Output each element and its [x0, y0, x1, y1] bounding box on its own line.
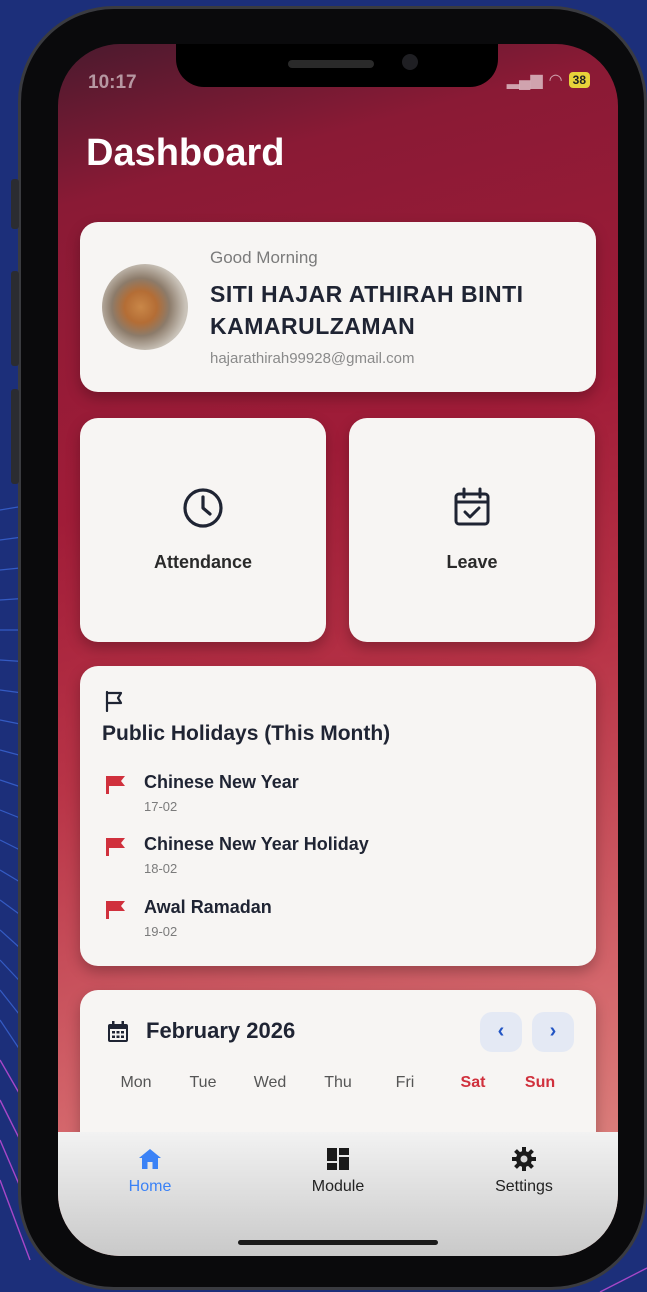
holidays-title: Public Holidays (This Month): [102, 722, 391, 745]
red-flag-icon: [106, 901, 125, 919]
grid-icon: [327, 1148, 349, 1170]
weekday-label: Fri: [395, 1074, 415, 1091]
weekday-label: Tue: [189, 1074, 217, 1091]
speaker: [288, 60, 374, 68]
mute-switch: [11, 179, 19, 229]
signal-icon: ▂▄▆: [506, 72, 543, 89]
weekday-label-weekend: Sun: [524, 1074, 556, 1091]
nav-home[interactable]: Home: [90, 1146, 210, 1196]
weekday-label: Thu: [324, 1074, 352, 1091]
next-month-button[interactable]: ›: [532, 1012, 574, 1052]
clock-icon: [183, 488, 223, 528]
greeting-text: Good Morning: [210, 248, 318, 267]
front-camera: [402, 54, 418, 70]
leave-label: Leave: [446, 552, 498, 572]
leave-tile[interactable]: Leave: [349, 418, 595, 642]
holiday-name: Chinese New Year: [144, 772, 299, 792]
holiday-name: Awal Ramadan: [144, 897, 272, 917]
attendance-label: Attendance: [153, 552, 252, 572]
calendar-icon: [108, 1021, 128, 1042]
holiday-name: Chinese New Year Holiday: [144, 834, 369, 854]
attendance-tile[interactable]: Attendance: [80, 418, 326, 642]
holiday-date: 18-02: [144, 861, 178, 876]
volume-up-button: [11, 271, 19, 366]
flag-outline-icon: [105, 690, 123, 712]
home-icon: [139, 1149, 161, 1169]
app-screen: 10:17 ▂▄▆ ◠ 38 Dashboard Good Morning SI…: [58, 44, 618, 1256]
bottom-navigation: Home Module Settings: [58, 1132, 618, 1256]
nav-module[interactable]: Module: [278, 1146, 398, 1196]
profile-card[interactable]: Good Morning SITI HAJAR ATHIRAH BINTI KA…: [80, 222, 596, 392]
battery-badge: 38: [568, 72, 590, 88]
nav-home-label: Home: [128, 1178, 172, 1195]
nav-module-label: Module: [311, 1178, 365, 1195]
avatar[interactable]: [102, 264, 188, 350]
holiday-date: 17-02: [144, 799, 178, 814]
notch: [176, 44, 498, 87]
wifi-icon: ◠: [548, 72, 563, 89]
page-title: Dashboard: [86, 132, 285, 174]
status-time: 10:17: [88, 72, 137, 93]
weekday-label: Wed: [253, 1074, 287, 1091]
home-indicator: [238, 1240, 438, 1245]
volume-down-button: [11, 389, 19, 484]
previous-month-button[interactable]: ‹: [480, 1012, 522, 1052]
nav-settings[interactable]: Settings: [464, 1146, 584, 1196]
weekday-label-weekend: Sat: [460, 1074, 486, 1091]
red-flag-icon: [106, 838, 125, 856]
user-email: hajarathirah99928@gmail.com: [210, 350, 415, 367]
red-flag-icon: [106, 776, 125, 794]
nav-settings-label: Settings: [495, 1178, 553, 1195]
holiday-date: 19-02: [144, 924, 178, 939]
user-name: SITI HAJAR ATHIRAH BINTI KAMARULZAMAN: [210, 281, 524, 339]
public-holidays-card: Public Holidays (This Month) Chinese New…: [80, 666, 596, 966]
status-indicators: ▂▄▆ ◠ 38: [507, 70, 590, 90]
calendar-check-icon: [454, 487, 490, 526]
weekday-label: Mon: [120, 1074, 152, 1091]
calendar-month-title: February 2026: [146, 1018, 296, 1043]
gear-icon: [512, 1147, 536, 1171]
